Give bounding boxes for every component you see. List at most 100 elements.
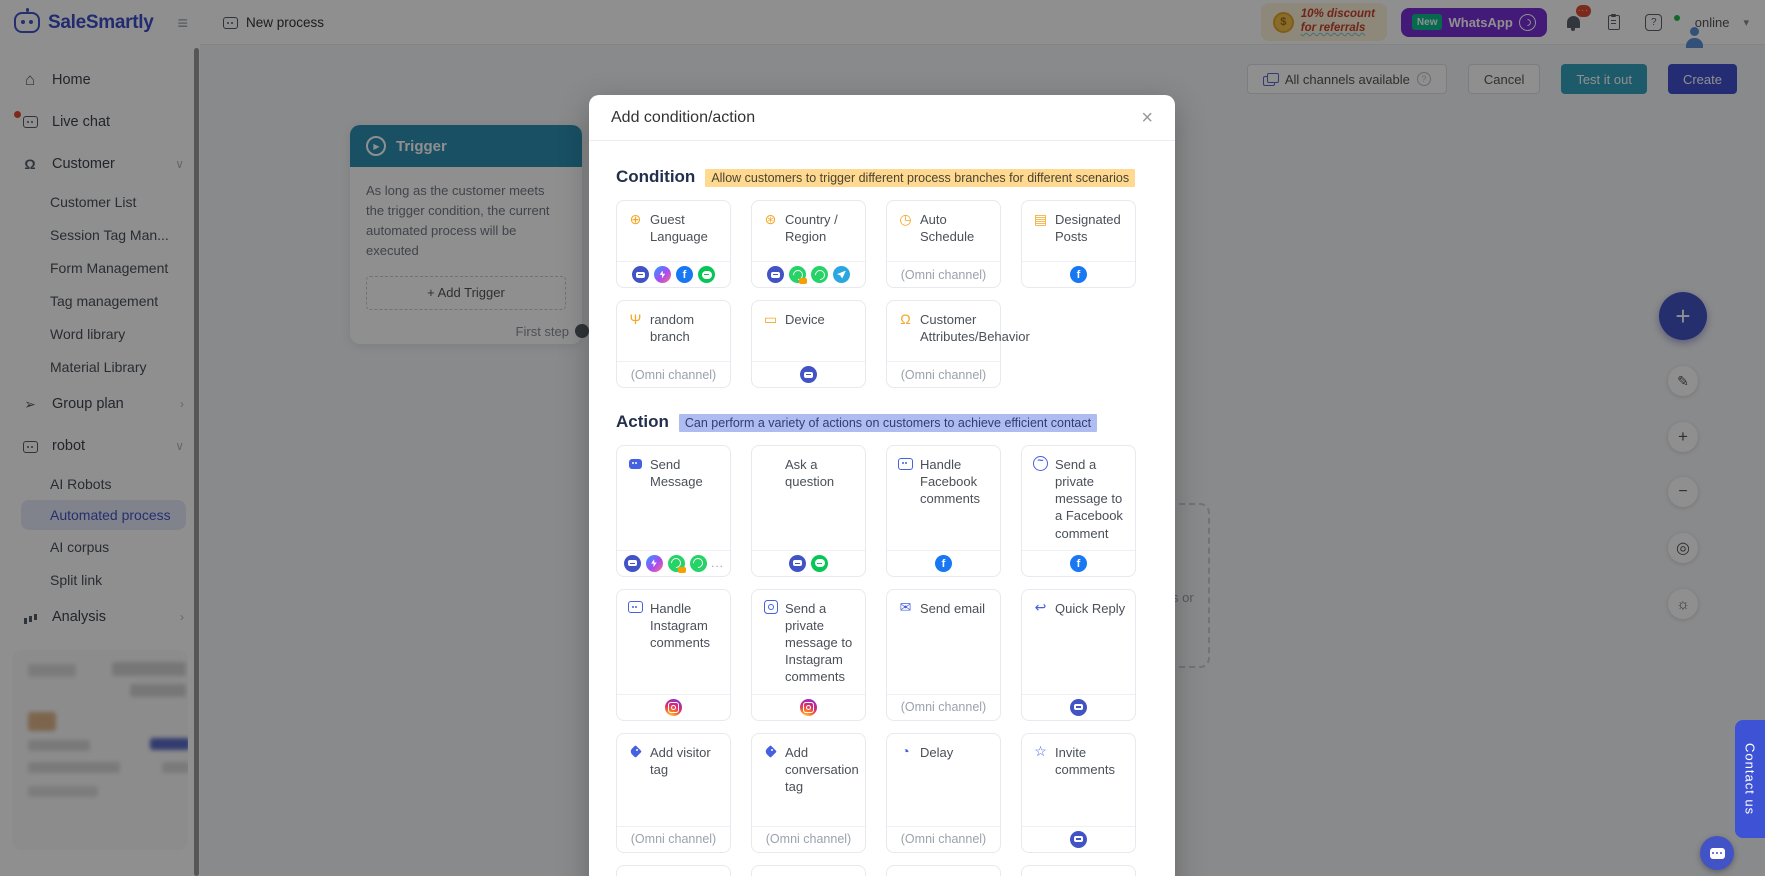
condition-section-header: Condition Allow customers to trigger dif…: [616, 167, 1148, 187]
facebook-icon: [676, 266, 693, 283]
cond-card[interactable]: ▭ Device: [751, 300, 866, 388]
newspaper-icon: ▤: [1033, 210, 1048, 227]
chat-outline-icon: [897, 455, 914, 472]
card-footer: (Omni channel): [887, 261, 1000, 287]
bubble-wave-icon: [1032, 455, 1049, 472]
card-footer: (Omni channel): [887, 693, 1000, 720]
cond-card[interactable]: ⊕ Guest Language: [616, 200, 731, 288]
card-label: Delay: [920, 744, 954, 760]
cond-card[interactable]: ◷ Auto Schedule (Omni channel): [886, 200, 1001, 288]
cond-card[interactable]: ⊛ Country / Region: [751, 200, 866, 288]
whatsapp-icon: [689, 554, 707, 572]
whatsapp-icon: [811, 266, 828, 283]
action-description: Can perform a variety of actions on cust…: [678, 414, 1098, 432]
chat-solid-icon: [627, 455, 644, 472]
card-footer: [752, 549, 865, 576]
card-main: Ask a question: [752, 446, 865, 550]
chat-outline-icon: [627, 599, 644, 616]
card-footer: [752, 693, 865, 720]
act-card[interactable]: Add conversation tag (Omni channel): [751, 732, 866, 853]
salesmartly-chat-icon: [767, 266, 784, 283]
monitor-icon: ▭: [763, 310, 778, 327]
email-send-icon: ✉: [899, 599, 912, 616]
cond-card[interactable]: Ψrandom branch (Omni channel): [616, 300, 731, 388]
card-label: Ask a question: [785, 457, 835, 490]
card-main: Handle Facebook comments: [887, 446, 1000, 550]
card-label: Country / Region: [785, 212, 838, 245]
cond-card[interactable]: ▤ Designated Posts: [1021, 200, 1136, 288]
act-card[interactable]: Send a private message to a Facebook com…: [1021, 445, 1136, 577]
salesmartly-chat-icon: [800, 366, 817, 383]
card-main: ◷ Auto Schedule: [887, 201, 1000, 261]
omni-channel-label: (Omni channel): [900, 367, 987, 382]
card-main: Send Message: [617, 446, 730, 550]
act-card[interactable]: End Session: [1021, 864, 1136, 876]
card-footer: [752, 361, 865, 387]
act-card[interactable]: ☊Assigning Customer Service: [886, 864, 1001, 876]
act-card[interactable]: Handle Facebook comments: [886, 445, 1001, 577]
contact-chat-bubble-button[interactable]: [1700, 836, 1734, 870]
card-main: Handle Instagram comments: [617, 590, 730, 694]
card-main: ⊕ Guest Language: [617, 201, 730, 261]
card-main: ▤ Designated Posts: [1022, 201, 1135, 261]
card-main: Send a private message to a Facebook com…: [1022, 446, 1135, 550]
act-card[interactable]: ◔ Delay (Omni channel): [886, 732, 1001, 853]
modal-title: Add condition/action: [611, 108, 756, 126]
card-footer: (Omni channel): [752, 825, 865, 852]
action-section-header: Action Can perform a variety of actions …: [616, 412, 1148, 432]
act-card[interactable]: ✉ Send email (Omni channel): [886, 588, 1001, 721]
card-label: Send Message: [650, 457, 703, 490]
instagram-icon: [800, 698, 817, 716]
act-card[interactable]: Handle Instagram comments: [616, 588, 731, 721]
omni-channel-label: (Omni channel): [765, 832, 852, 847]
close-icon[interactable]: ×: [1141, 108, 1153, 128]
card-label: Invite comments: [1055, 744, 1115, 777]
card-main: ▭ Device: [752, 301, 865, 361]
act-card[interactable]: Add visitor tag (Omni channel): [616, 732, 731, 853]
modal-body: Condition Allow customers to trigger dif…: [589, 167, 1175, 876]
condition-description: Allow customers to trigger different pro…: [705, 169, 1136, 187]
omni-channel-label: (Omni channel): [900, 832, 987, 847]
reply-arrow-icon: ↩: [1034, 599, 1047, 616]
tag-icon: [762, 743, 779, 760]
card-label: Device: [785, 312, 825, 327]
card-main: End Session: [1022, 866, 1135, 876]
act-card[interactable]: Promotional Card: [616, 864, 731, 876]
card-footer: (Omni channel): [617, 361, 730, 387]
card-main: Ω Customer Attributes/Behavior: [887, 301, 1030, 361]
card-footer: [1022, 549, 1135, 576]
card-label: Send a private message to Instagram comm…: [785, 600, 853, 685]
line-icon: [698, 266, 715, 283]
card-footer: [887, 549, 1000, 576]
card-main: Add conversation tag: [752, 734, 865, 826]
earth-globe-icon: ⊛: [764, 210, 777, 227]
cond-card[interactable]: Ω Customer Attributes/Behavior (Omni chann…: [886, 300, 1030, 388]
card-label: Send a private message to a Facebook com…: [1055, 457, 1123, 541]
card-footer: ...: [617, 549, 730, 576]
contact-us-tab[interactable]: Contact us: [1735, 720, 1765, 838]
card-footer: (Omni channel): [617, 825, 730, 852]
card-footer: (Omni channel): [887, 361, 1000, 387]
whatsapp-business-icon: [667, 554, 686, 573]
branch-fork-icon: Ψ: [629, 310, 642, 327]
instagram-outline-icon: [762, 599, 779, 616]
act-card[interactable]: ☊Turn to Unassigned Session: [751, 864, 866, 876]
act-card[interactable]: ☆ Invite comments: [1021, 732, 1136, 853]
condition-card-grid: ⊕ Guest Language ⊛ Country / Region ◷ Auto Sc…: [616, 200, 1148, 388]
card-label: Auto Schedule: [920, 212, 975, 245]
act-card[interactable]: Send Message...: [616, 445, 731, 577]
salesmartly-chat-icon: [789, 554, 806, 572]
condition-heading: Condition: [616, 167, 696, 186]
salesmartly-chat-icon: [623, 554, 641, 572]
act-card[interactable]: Ask a question: [751, 445, 866, 577]
action-card-grid: Send Message... Ask a question Handle Face…: [616, 445, 1148, 876]
question-circle-icon: [762, 455, 779, 472]
facebook-icon: [1070, 554, 1087, 572]
act-card[interactable]: ↩ Quick Reply: [1021, 588, 1136, 721]
omni-channel-label: (Omni channel): [900, 700, 987, 715]
more-icon: ...: [711, 556, 725, 571]
card-label: Add conversation tag: [785, 744, 859, 794]
facebook-icon: [935, 554, 952, 572]
act-card[interactable]: Send a private message to Instagram comm…: [751, 588, 866, 721]
clock-icon: ◷: [899, 210, 912, 227]
